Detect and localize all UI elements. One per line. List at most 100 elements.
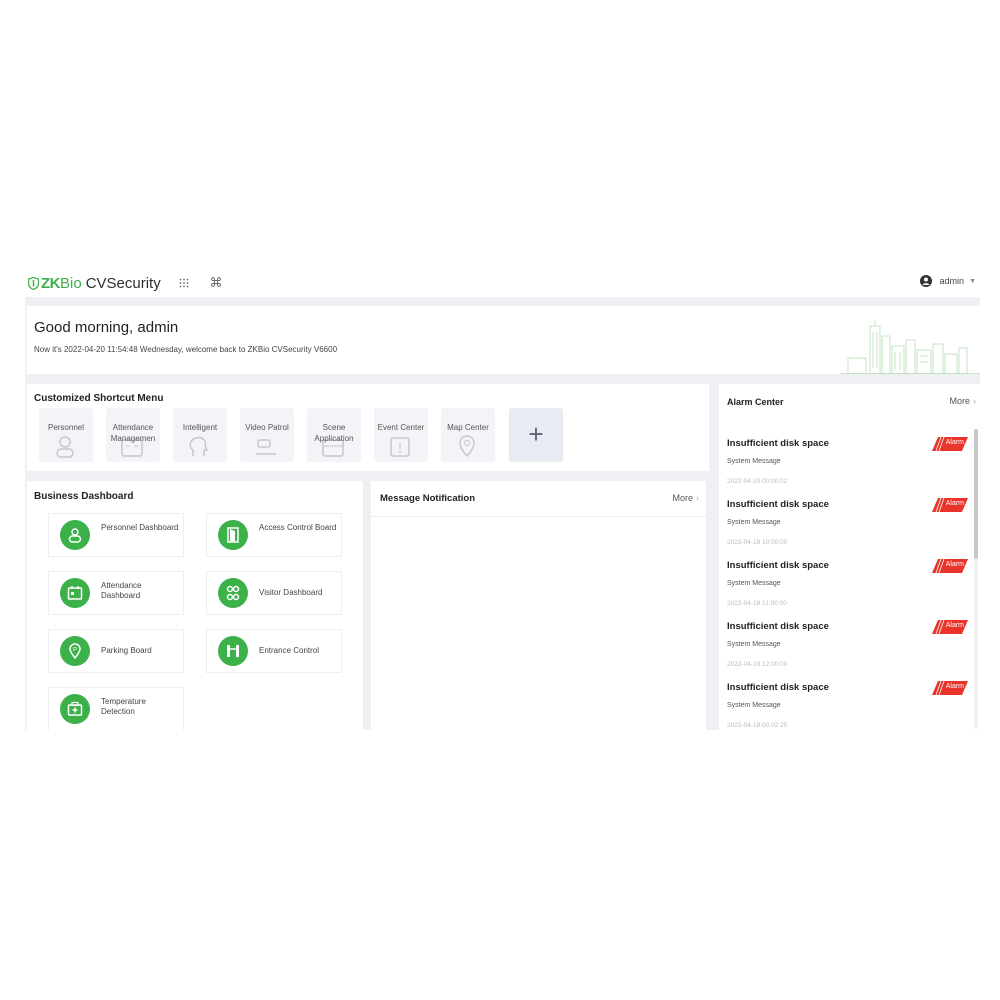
- add-shortcut-button[interactable]: +: [509, 408, 563, 462]
- user-avatar-icon: [919, 275, 932, 287]
- biz-temperature-detection[interactable]: Temperature Detection: [48, 687, 184, 730]
- svg-text:P: P: [73, 648, 77, 654]
- shortcut-label: Intelligent: [182, 423, 218, 432]
- biz-label: Access Control Board: [259, 523, 337, 532]
- alarm-item-type: System Message: [727, 702, 781, 709]
- alarm-item-title: Insufficient disk space: [727, 682, 829, 693]
- chevron-right-icon: ›: [696, 493, 699, 503]
- shortcut-event-center[interactable]: Event Center: [374, 408, 428, 462]
- alarm-item[interactable]: Insufficient disk space System Message 2…: [727, 436, 972, 499]
- biz-entrance-control[interactable]: Entrance Control: [206, 629, 342, 673]
- alarm-center-panel: Alarm Center More › Insufficient disk spa…: [719, 384, 980, 730]
- alarm-more-link[interactable]: More ›: [949, 396, 976, 406]
- turnstile-icon: [218, 636, 248, 666]
- parking-pin-icon: P: [60, 636, 90, 666]
- alarm-item-type: System Message: [727, 519, 781, 526]
- alarm-item-title: Insufficient disk space: [727, 438, 829, 449]
- alarm-item-time: 2022-04-19 11:00:00: [727, 600, 787, 607]
- alarm-item[interactable]: Insufficient disk space System Message 2…: [727, 497, 972, 560]
- alarm-badge-label: Alarm: [945, 500, 964, 507]
- more-label: More: [949, 396, 970, 406]
- alarm-item-time: 2022-04-19 00:02:25: [727, 722, 788, 729]
- biz-label: Attendance Dashboard: [101, 581, 142, 600]
- brain-icon: [189, 436, 209, 456]
- scrollbar-thumb[interactable]: [974, 429, 978, 559]
- biz-visitor-dashboard[interactable]: Visitor Dashboard: [206, 571, 342, 615]
- message-more-link[interactable]: More ›: [672, 493, 699, 503]
- shortcut-video-patrol[interactable]: Video Patrol: [240, 408, 294, 462]
- grid-icon[interactable]: [177, 276, 191, 290]
- user-name: admin: [939, 276, 965, 286]
- alarm-item-title: Insufficient disk space: [727, 621, 829, 632]
- biz-attendance-dashboard[interactable]: Attendance Dashboard: [48, 571, 184, 615]
- alarm-badge: Alarm: [932, 680, 968, 696]
- biz-label: Entrance Control: [259, 646, 320, 655]
- shortcut-menu-title: Customized Shortcut Menu: [34, 393, 164, 404]
- door-icon: [218, 520, 248, 550]
- alarm-item[interactable]: Insufficient disk space System Message 2…: [727, 558, 972, 621]
- biz-parking-board[interactable]: P Parking Board: [48, 629, 184, 673]
- divider: [371, 516, 706, 517]
- alarm-badge-label: Alarm: [945, 622, 964, 629]
- biz-personnel-dashboard[interactable]: Personnel Dashboard: [48, 513, 184, 557]
- biz-label: Temperature Detection: [101, 697, 146, 716]
- alarm-item-time: 2022-04-19 12:00:00: [727, 661, 788, 668]
- alarm-item-type: System Message: [727, 641, 781, 648]
- message-notification-title: Message Notification: [380, 493, 476, 504]
- alarm-item-type: System Message: [727, 580, 781, 587]
- more-label: More: [672, 493, 693, 503]
- medical-kit-icon: [60, 694, 90, 724]
- attendance-icon: [121, 439, 143, 457]
- warning-icon: [390, 437, 410, 457]
- app-logo[interactable]: ZK Bio CVSecurity: [28, 272, 161, 294]
- command-icon[interactable]: ⌘: [209, 276, 223, 290]
- alarm-item-title: Insufficient disk space: [727, 560, 829, 571]
- app-window: ZK Bio CVSecurity ⌘ admin ▼ Good morning, …: [25, 268, 980, 730]
- shortcut-intelligent[interactable]: Intelligent: [173, 408, 227, 462]
- camera-icon: [256, 439, 276, 455]
- shortcut-label: Map Center: [447, 423, 489, 432]
- alarm-center-title: Alarm Center: [727, 397, 784, 407]
- scene-icon: [322, 439, 344, 457]
- message-notification-panel: Message Notification More ›: [371, 481, 706, 730]
- alarm-item[interactable]: Insufficient disk space System Message 2…: [727, 680, 972, 730]
- map-pin-icon: [459, 435, 475, 458]
- biz-label: Personnel Dashboard: [101, 523, 179, 532]
- brand-zk: ZK: [41, 274, 61, 292]
- chevron-down-icon: ▼: [969, 277, 976, 285]
- welcome-banner: Good morning, admin Now it's 2022-04-20 …: [27, 306, 980, 374]
- brand-bio: Bio: [60, 274, 82, 292]
- alarm-badge-label: Alarm: [945, 683, 964, 690]
- shortcut-label: Video Patrol: [245, 423, 289, 432]
- city-skyline-illustration: [840, 320, 980, 374]
- alarm-item-title: Insufficient disk space: [727, 499, 829, 510]
- top-bar: ZK Bio CVSecurity ⌘ admin ▼: [25, 268, 980, 297]
- shortcut-label: Event Center: [377, 423, 425, 432]
- alarm-scrollbar[interactable]: [974, 429, 978, 729]
- alarm-badge: Alarm: [932, 619, 968, 635]
- user-menu[interactable]: admin ▼: [919, 275, 976, 287]
- shortcut-attendance[interactable]: Attendance Managemen: [106, 408, 160, 462]
- welcome-subtitle: Now it's 2022-04-20 11:54:48 Wednesday, …: [34, 345, 338, 354]
- brand-name: CVSecurity: [85, 274, 161, 292]
- alarm-item-type: System Message: [727, 458, 781, 465]
- person-icon: [56, 436, 74, 458]
- biz-label: Parking Board: [101, 646, 152, 655]
- alarm-badge: Alarm: [932, 558, 968, 574]
- alarm-item-time: 2022-04-19 10:00:00: [727, 539, 788, 546]
- alarm-badge: Alarm: [932, 497, 968, 513]
- alarm-badge-label: Alarm: [945, 561, 964, 568]
- biz-access-control-board[interactable]: Access Control Board: [206, 513, 342, 557]
- greeting: Good morning, admin: [34, 319, 179, 336]
- shortcut-map-center[interactable]: Map Center: [441, 408, 495, 462]
- shortcut-label: Personnel: [47, 423, 85, 432]
- biz-label: Visitor Dashboard: [259, 588, 323, 597]
- shortcut-scene-application[interactable]: Scene Application: [307, 408, 361, 462]
- plus-icon: +: [528, 419, 544, 449]
- shield-logo-icon: [28, 276, 39, 290]
- alarm-item-time: 2022-04-20 00:00:02: [727, 478, 788, 485]
- alarm-item[interactable]: Insufficient disk space System Message 2…: [727, 619, 972, 682]
- calendar-icon: [60, 578, 90, 608]
- alarm-badge-label: Alarm: [945, 439, 964, 446]
- shortcut-personnel[interactable]: Personnel: [39, 408, 93, 462]
